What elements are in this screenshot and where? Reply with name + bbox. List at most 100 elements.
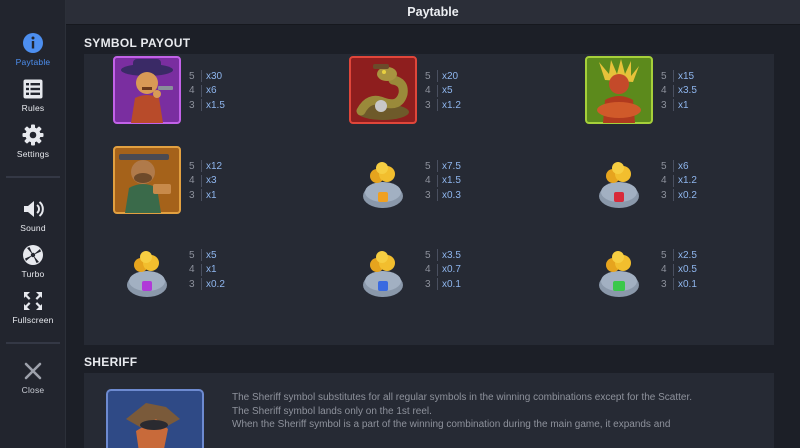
payout-value: x1.2 xyxy=(678,175,697,187)
payout-count: 4 xyxy=(425,85,431,97)
money-bag-j-icon xyxy=(349,235,417,303)
payout-value: x15 xyxy=(678,70,695,82)
symbol-cell: 5 x30 4 x6 3 x1.5 xyxy=(84,46,304,126)
payout-value: x5 xyxy=(442,85,453,97)
list-icon xyxy=(22,78,44,100)
payout-count: 5 xyxy=(661,249,667,261)
sidebar-item-label: Settings xyxy=(16,149,50,159)
payout-count: 4 xyxy=(189,264,195,276)
speaker-icon xyxy=(22,198,44,220)
info-icon xyxy=(22,32,44,54)
payout-value: x1 xyxy=(206,189,217,201)
payout-count: 5 xyxy=(189,249,195,261)
sidebar-item-paytable[interactable]: Paytable xyxy=(0,32,66,67)
payout-value: x20 xyxy=(442,70,459,82)
payout-value: x6 xyxy=(678,160,689,172)
symbol-cell: 5 x2.5 4 x0.5 3 x0.1 xyxy=(556,225,776,305)
header-bar: Paytable xyxy=(66,0,800,25)
money-bag-k-icon xyxy=(585,146,653,214)
fullscreen-icon xyxy=(22,290,44,312)
payout-count: 4 xyxy=(661,175,667,187)
payout-count: 3 xyxy=(425,189,431,201)
sidebar-item-label: Rules xyxy=(21,103,45,113)
page-title: Paytable xyxy=(407,5,459,19)
payout-list: 5 x20 4 x5 3 x1.2 xyxy=(425,69,461,113)
payout-count: 3 xyxy=(425,99,431,111)
payout-count: 5 xyxy=(661,70,667,82)
bandit-symbol-icon xyxy=(113,146,181,214)
payout-count: 3 xyxy=(661,99,667,111)
payout-count: 5 xyxy=(189,70,195,82)
sheriff-text-line: When the Sheriff symbol is a part of the… xyxy=(232,419,671,430)
payout-list: 5 x2.5 4 x0.5 3 x0.1 xyxy=(661,248,697,292)
payout-list: 5 x5 4 x1 3 x0.2 xyxy=(189,248,225,292)
payout-count: 4 xyxy=(425,264,431,276)
money-bag-q-icon xyxy=(113,235,181,303)
payout-value: x1.5 xyxy=(442,175,461,187)
payout-value: x5 xyxy=(206,249,217,261)
payout-count: 3 xyxy=(661,189,667,201)
payout-count: 3 xyxy=(661,278,667,290)
section-title-sheriff: SHERIFF xyxy=(84,355,138,369)
payout-value: x1.5 xyxy=(206,99,225,111)
payout-value: x0.5 xyxy=(678,264,697,276)
sidebar-item-settings[interactable]: Settings xyxy=(0,124,66,159)
payout-value: x0.2 xyxy=(678,189,697,201)
symbol-cell: 5 x12 4 x3 3 x1 xyxy=(84,136,304,216)
sidebar-item-label: Fullscreen xyxy=(12,315,54,325)
sidebar-item-sound[interactable]: Sound xyxy=(0,198,66,233)
sidebar-item-label: Turbo xyxy=(21,269,45,279)
symbol-cell: 5 x15 4 x3.5 3 x1 xyxy=(556,46,776,126)
sidebar-divider xyxy=(6,342,60,344)
payout-value: x1 xyxy=(678,99,689,111)
payout-value: x0.7 xyxy=(442,264,461,276)
sidebar: Paytable Rules Settings Sound Turbo Full… xyxy=(0,0,66,448)
symbol-cell: 5 x5 4 x1 3 x0.2 xyxy=(84,225,304,305)
sidebar-item-fullscreen[interactable]: Fullscreen xyxy=(0,290,66,325)
symbol-payout-panel: 5 x30 4 x6 3 x1.5 5 x20 4 x5 3x1.2 5 x15… xyxy=(84,54,774,345)
sidebar-item-close[interactable]: Close xyxy=(0,360,66,395)
close-icon xyxy=(22,360,44,382)
paytable-content[interactable]: SYMBOL PAYOUT 5 x30 4 x6 3 x1.5 5 x20 4 … xyxy=(66,25,800,448)
payout-value: x7.5 xyxy=(442,160,461,172)
payout-value: x6 xyxy=(206,85,217,97)
payout-count: 4 xyxy=(189,85,195,97)
payout-list: 5 x12 4 x3 3 x1 xyxy=(189,159,222,203)
payout-list: 5 x6 4 x1.2 3 x0.2 xyxy=(661,159,697,203)
payout-value: x1 xyxy=(206,264,217,276)
payout-list: 5 x7.5 4 x1.5 3 x0.3 xyxy=(425,159,461,203)
money-bag-a-icon xyxy=(349,146,417,214)
payout-list: 5 x3.5 4 x0.7 3 x0.1 xyxy=(425,248,461,292)
payout-count: 3 xyxy=(189,278,195,290)
payout-count: 5 xyxy=(661,160,667,172)
payout-value: x0.3 xyxy=(442,189,461,201)
payout-value: x0.2 xyxy=(206,278,225,290)
payout-count: 5 xyxy=(425,160,431,172)
payout-count: 5 xyxy=(189,160,195,172)
gear-icon xyxy=(22,124,44,146)
payout-count: 4 xyxy=(189,175,195,187)
sheriff-description: The Sheriff symbol substitutes for all r… xyxy=(232,391,732,432)
sidebar-item-label: Close xyxy=(21,385,45,395)
sheriff-text-line: The Sheriff symbol lands only on the 1st… xyxy=(232,405,432,417)
payout-value: x3.5 xyxy=(442,249,461,261)
money-bag-10-icon xyxy=(585,235,653,303)
sidebar-item-rules[interactable]: Rules xyxy=(0,78,66,113)
sheriff-panel: The Sheriff symbol substitutes for all r… xyxy=(84,373,774,448)
payout-count: 3 xyxy=(189,99,195,111)
payout-list: 5 x15 4 x3.5 3 x1 xyxy=(661,69,697,113)
payout-value: x0.1 xyxy=(442,278,461,290)
gunslinger-symbol-icon xyxy=(113,56,181,124)
sheriff-text-line: The Sheriff symbol substitutes for all r… xyxy=(232,392,693,403)
payout-value: x2.5 xyxy=(678,249,697,261)
turbo-icon xyxy=(22,244,44,266)
sidebar-item-turbo[interactable]: Turbo xyxy=(0,244,66,279)
snake-symbol-icon xyxy=(349,56,417,124)
payout-value: x30 xyxy=(206,70,223,82)
sidebar-divider xyxy=(6,176,60,178)
symbol-cell: 5 x6 4 x1.2 3 x0.2 xyxy=(556,136,776,216)
payout-count: 3 xyxy=(425,278,431,290)
payout-count: 5 xyxy=(425,70,431,82)
payout-count: 4 xyxy=(661,264,667,276)
symbol-cell: 5 x7.5 4 x1.5 3 x0.3 xyxy=(320,136,540,216)
